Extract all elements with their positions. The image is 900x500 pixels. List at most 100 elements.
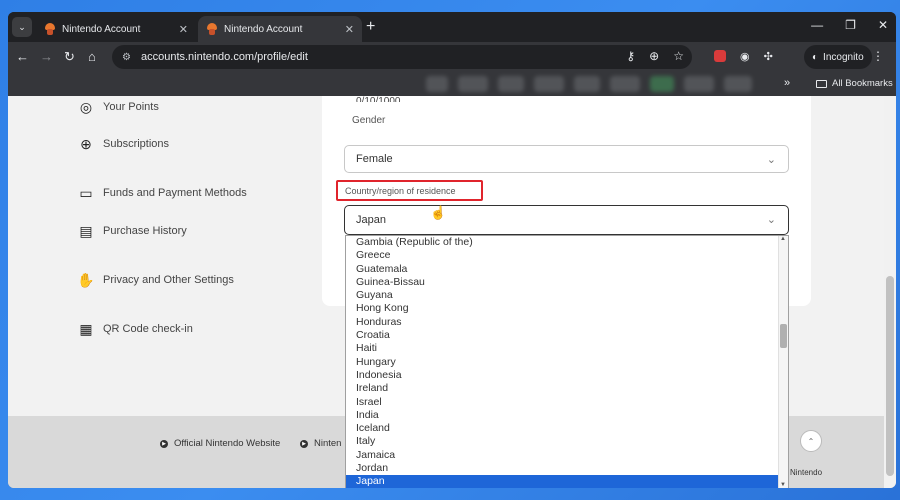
- scrollbar-thumb[interactable]: [886, 276, 894, 476]
- sidebar-item-label: Subscriptions: [103, 138, 170, 150]
- dropdown-option[interactable]: Jordan: [346, 462, 788, 475]
- puzzle-icon[interactable]: ✣: [764, 50, 773, 63]
- tab-search-button[interactable]: ⌄: [12, 17, 32, 37]
- back-icon[interactable]: ←: [16, 49, 29, 65]
- dropdown-option[interactable]: Hong Kong: [346, 302, 788, 315]
- bookmark-item[interactable]: [724, 76, 752, 92]
- window-controls: — ❐ ✕: [811, 18, 888, 32]
- pointer-cursor-icon: ☝: [430, 205, 447, 220]
- footer-link-official-site[interactable]: ▶ Official Nintendo Website: [160, 438, 280, 449]
- sidebar-item-privacy[interactable]: ✋ Privacy and Other Settings: [77, 272, 234, 288]
- arrow-right-icon: ▶: [300, 439, 308, 448]
- receipt-icon: ▤: [79, 222, 93, 239]
- bookmark-item[interactable]: [610, 76, 640, 92]
- sidebar-item-your-points[interactable]: ◎ Your Points: [78, 99, 159, 115]
- tab-title: Nintendo Account: [224, 23, 303, 35]
- country-value: Japan: [356, 214, 386, 226]
- dropdown-scrollbar[interactable]: ▲ ▼: [778, 236, 788, 488]
- sidebar-item-qr-checkin[interactable]: ▦ QR Code check-in: [78, 321, 193, 337]
- footer-link-label: Official Nintendo Website: [174, 438, 281, 449]
- key-icon[interactable]: ⚷: [626, 49, 635, 63]
- close-window-icon[interactable]: ✕: [878, 18, 888, 32]
- scrollbar-thumb[interactable]: [780, 324, 787, 348]
- qr-icon: ▦: [79, 320, 93, 337]
- bookmark-item[interactable]: [458, 76, 488, 92]
- sidebar-item-purchase-history[interactable]: ▤ Purchase History: [78, 222, 186, 239]
- dropdown-option[interactable]: Hungary: [346, 356, 788, 369]
- menu-icon[interactable]: ⋮: [872, 49, 884, 63]
- bookmark-item[interactable]: [426, 76, 448, 92]
- country-select[interactable]: Japan ⌄: [344, 205, 789, 235]
- dropdown-options: Gambia (Republic of the) Greece Guatemala G…: [346, 236, 788, 488]
- bookmark-item[interactable]: [650, 76, 674, 92]
- star-icon[interactable]: ☆: [673, 49, 684, 63]
- close-icon[interactable]: ✕: [179, 23, 188, 36]
- all-bookmarks-label: All Bookmarks: [832, 78, 893, 89]
- all-bookmarks-button[interactable]: All Bookmarks: [816, 78, 893, 89]
- scroll-down-icon[interactable]: ▼: [780, 482, 786, 488]
- dropdown-option[interactable]: Gambia (Republic of the): [346, 236, 788, 249]
- sidebar-item-label: Funds and Payment Methods: [103, 187, 247, 199]
- home-icon[interactable]: ⌂: [88, 49, 96, 65]
- extensions-area: ◉ ✣: [714, 50, 773, 63]
- more-bookmarks-icon[interactable]: »: [784, 77, 790, 89]
- bookmark-item[interactable]: [574, 76, 600, 92]
- arrow-right-icon: ▶: [160, 439, 168, 448]
- dropdown-option[interactable]: India: [346, 409, 788, 422]
- url-text: accounts.nintendo.com/profile/edit: [140, 51, 308, 63]
- sidebar-item-subscriptions[interactable]: ⊕ Subscriptions: [78, 136, 169, 152]
- footer-link-nintendo[interactable]: ▶ Ninten: [300, 438, 341, 449]
- dropdown-option[interactable]: Italy: [346, 435, 788, 448]
- dropdown-option[interactable]: Haiti: [346, 342, 788, 355]
- page-scrollbar[interactable]: [884, 96, 896, 488]
- extension-icon[interactable]: [714, 50, 726, 62]
- omnibox-actions: ⚷ ⊕ ☆: [626, 49, 684, 63]
- dropdown-option[interactable]: Greece: [346, 249, 788, 262]
- sidebar-item-funds-payment[interactable]: ▭ Funds and Payment Methods: [78, 184, 247, 201]
- dropdown-option[interactable]: Israel: [346, 396, 788, 409]
- dropdown-option[interactable]: Guinea-Bissau: [346, 276, 788, 289]
- chevron-down-icon: ⌄: [766, 214, 776, 226]
- incognito-badge[interactable]: ◐ Incognito: [804, 45, 872, 69]
- close-icon[interactable]: ✕: [345, 23, 354, 36]
- chevron-down-icon: ⌄: [766, 154, 776, 166]
- gender-select[interactable]: Female ⌄: [344, 145, 789, 173]
- sidebar-item-label: Privacy and Other Settings: [103, 274, 234, 286]
- footer-toggle-button[interactable]: ⌃: [800, 430, 822, 452]
- dropdown-option[interactable]: Ireland: [346, 382, 788, 395]
- birthday-value: 0/10/1000: [356, 96, 401, 102]
- forward-icon[interactable]: →: [40, 49, 53, 65]
- dropdown-option[interactable]: Guatemala: [346, 263, 788, 276]
- dropdown-option[interactable]: Guyana: [346, 289, 788, 302]
- bookmark-item[interactable]: [498, 76, 524, 92]
- gender-label: Gender: [352, 115, 386, 126]
- zoom-icon[interactable]: ⊕: [649, 49, 659, 63]
- bookmark-item[interactable]: [684, 76, 714, 92]
- folder-icon: [816, 79, 827, 88]
- restore-icon[interactable]: ❐: [845, 18, 856, 32]
- browser-window: ⌄ Nintendo Account ✕ Nintendo Account ✕ …: [8, 12, 896, 488]
- browser-toolbar: ← → ↻ ⌂ ⚙ accounts.nintendo.com/profile/…: [8, 42, 896, 72]
- dropdown-option[interactable]: Iceland: [346, 422, 788, 435]
- tab-nintendo-account-1[interactable]: Nintendo Account ✕: [36, 16, 196, 42]
- tab-title: Nintendo Account: [62, 23, 141, 35]
- tab-nintendo-account-2[interactable]: Nintendo Account ✕: [198, 16, 362, 42]
- site-info-icon[interactable]: ⚙: [122, 52, 131, 63]
- card-icon: ▭: [79, 184, 93, 201]
- dropdown-option[interactable]: Croatia: [346, 329, 788, 342]
- dropdown-option[interactable]: Japan: [346, 475, 788, 488]
- extension-icon[interactable]: ◉: [740, 50, 750, 63]
- gender-value: Female: [356, 153, 393, 165]
- dropdown-option[interactable]: Honduras: [346, 316, 788, 329]
- dropdown-option[interactable]: Indonesia: [346, 369, 788, 382]
- reload-icon[interactable]: ↻: [64, 49, 75, 65]
- scroll-up-icon[interactable]: ▲: [780, 236, 786, 242]
- country-dropdown-list[interactable]: Gambia (Republic of the) Greece Guatemala G…: [345, 235, 789, 488]
- minimize-icon[interactable]: —: [811, 18, 823, 32]
- new-tab-button[interactable]: +: [366, 18, 375, 36]
- bookmark-item[interactable]: [534, 76, 564, 92]
- incognito-label: Incognito: [823, 51, 864, 63]
- address-bar[interactable]: ⚙ accounts.nintendo.com/profile/edit ⚷ ⊕…: [112, 45, 692, 69]
- footer-link-label: Ninten: [314, 438, 342, 449]
- dropdown-option[interactable]: Jamaica: [346, 449, 788, 462]
